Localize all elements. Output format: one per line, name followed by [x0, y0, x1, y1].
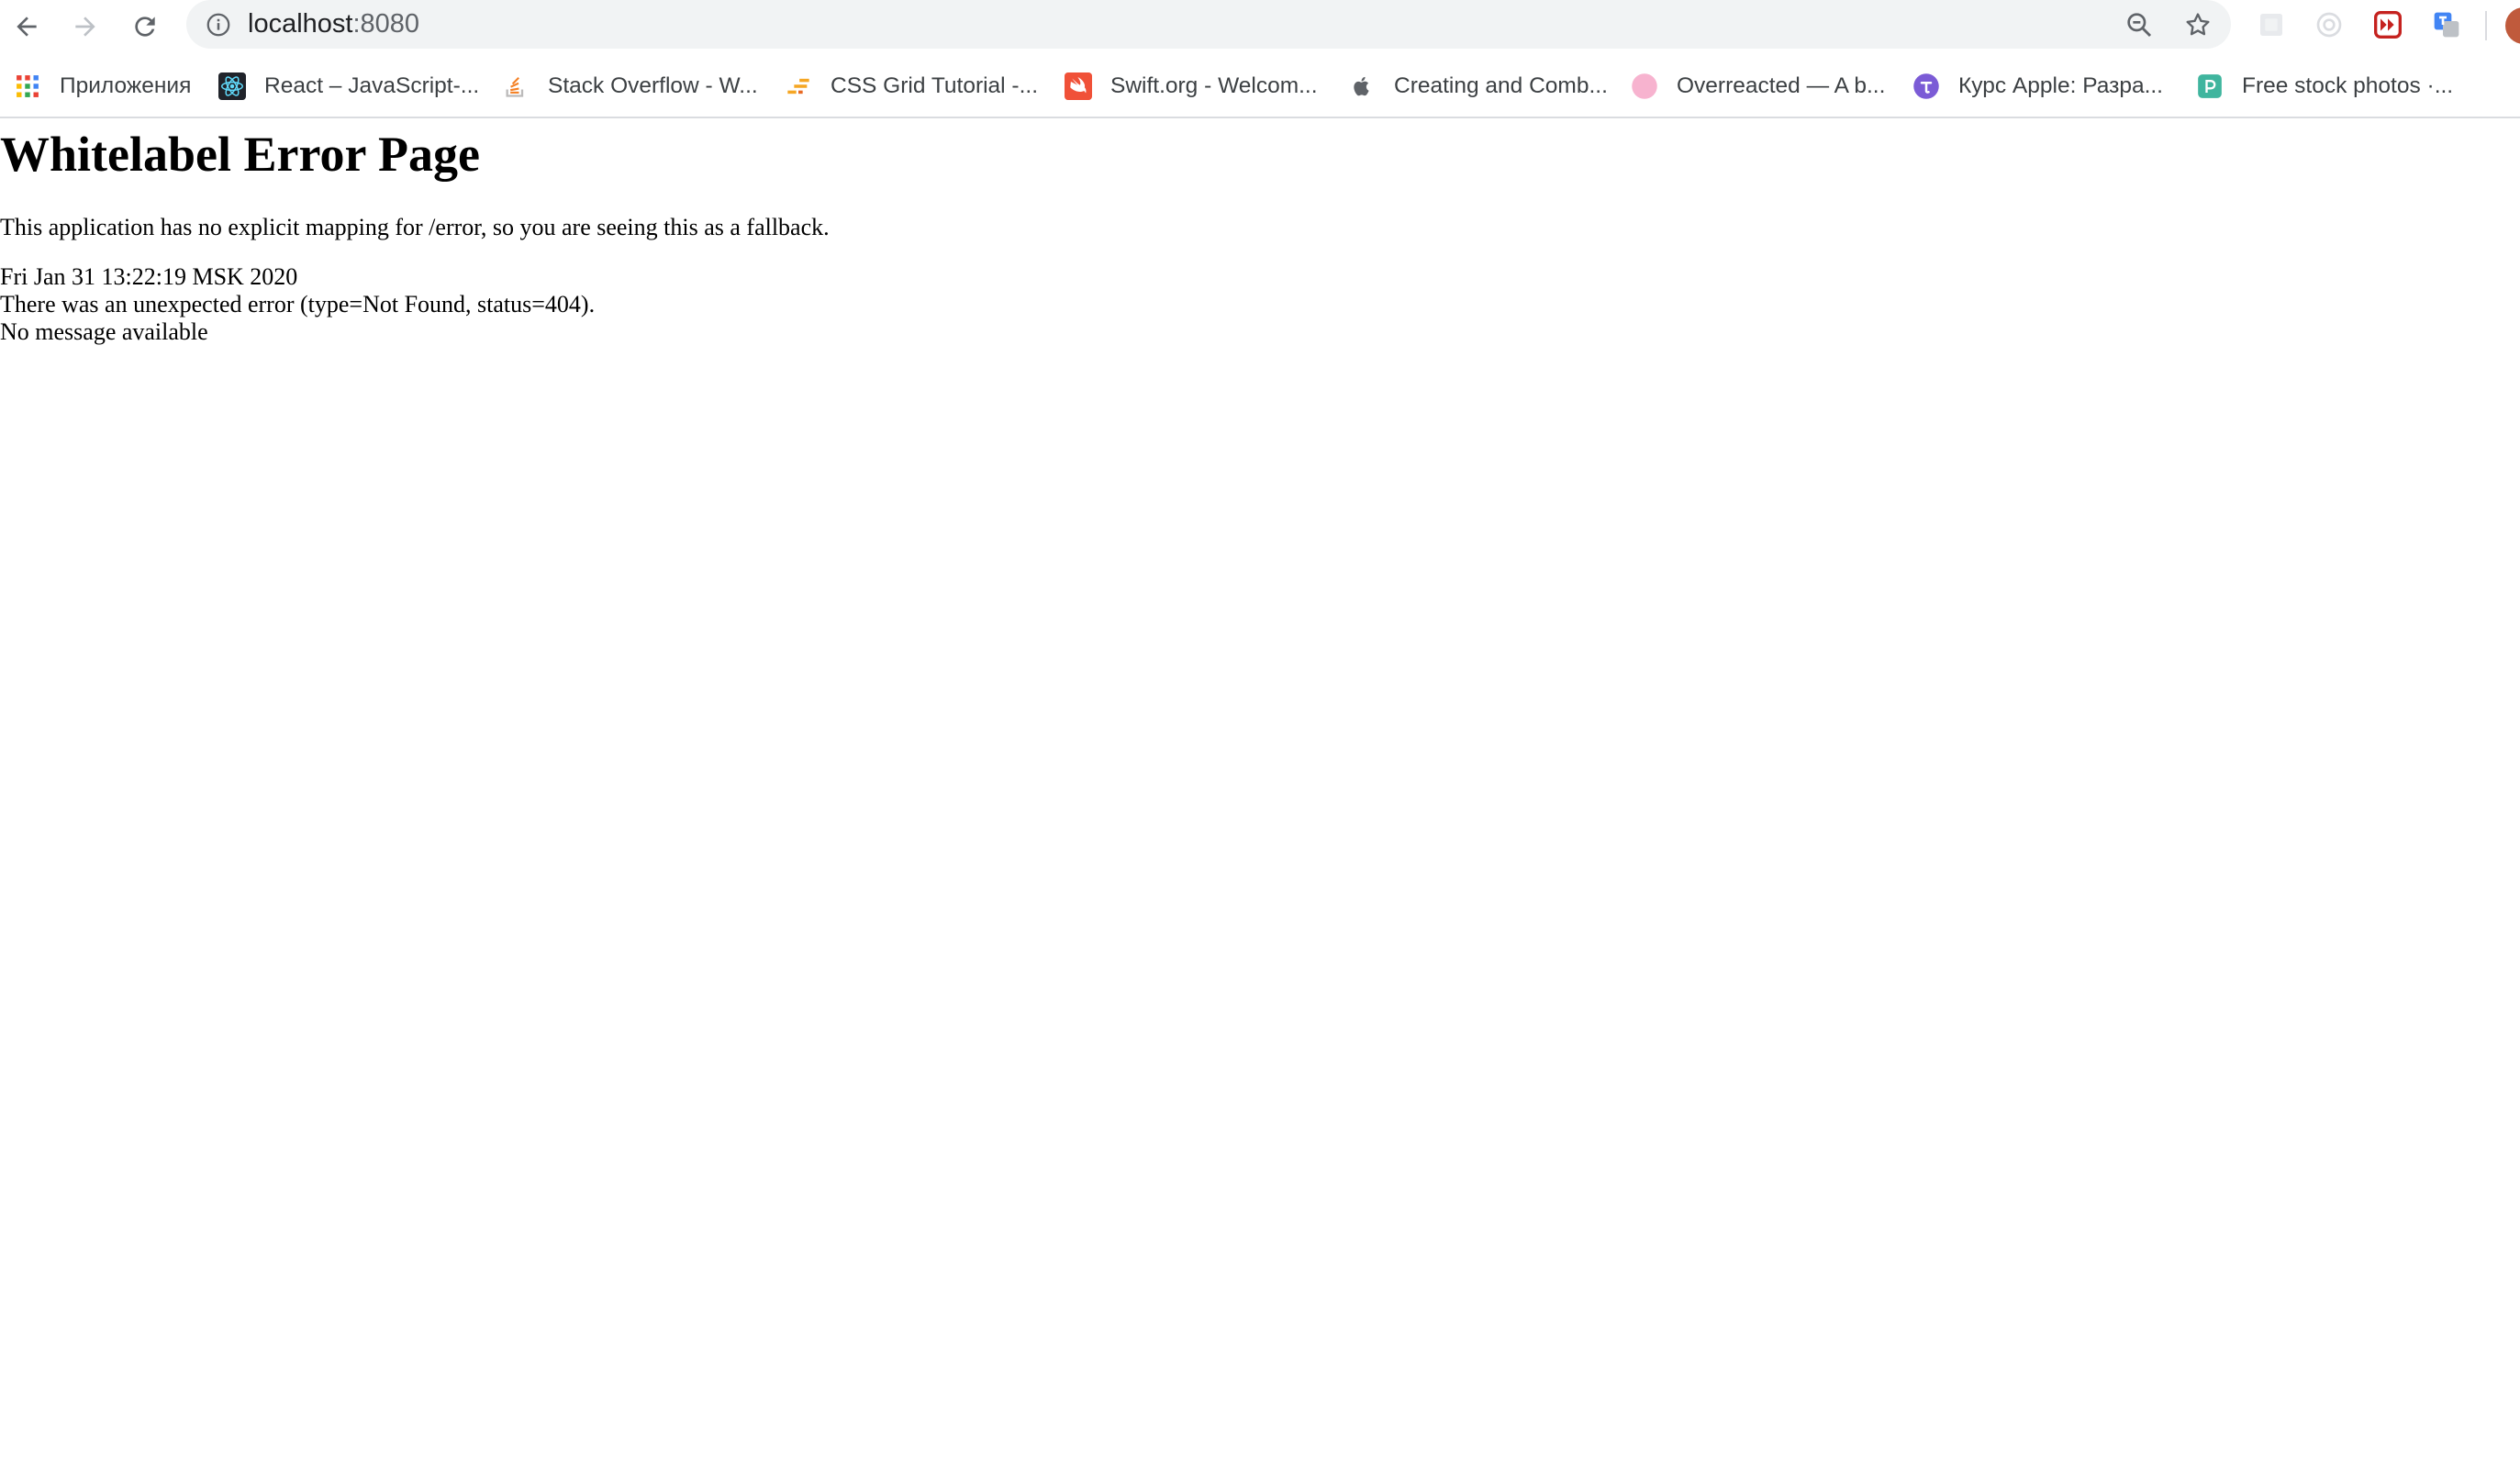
- bookmark-label: Free stock photos ·...: [2242, 73, 2454, 98]
- error-timestamp: Fri Jan 31 13:22:19 MSK 2020: [0, 263, 298, 290]
- bookmark-label: Swift.org - Welcom...: [1110, 73, 1318, 98]
- bookmark-label: Stack Overflow - W...: [548, 73, 758, 98]
- url-host: localhost: [248, 9, 353, 39]
- back-button[interactable]: [4, 4, 50, 50]
- star-icon: [2186, 13, 2210, 36]
- bookmark-label: Creating and Comb...: [1394, 73, 1608, 98]
- bookmark-css-grid[interactable]: CSS Grid Tutorial -...: [785, 64, 1038, 108]
- bookmark-pexels[interactable]: Free stock photos ·...: [2196, 64, 2453, 108]
- apps-grid-icon: [14, 72, 41, 100]
- camera-extension-icon: [2316, 12, 2342, 38]
- extension-button-2[interactable]: [2311, 6, 2347, 43]
- profile-avatar[interactable]: [2505, 7, 2520, 44]
- back-arrow-icon: [17, 17, 37, 37]
- css-grid-favicon-icon: [785, 72, 812, 100]
- bookmark-apple-creating[interactable]: Creating and Comb...: [1348, 64, 1608, 108]
- browser-toolbar: localhost:8080: [0, 0, 2520, 53]
- extension-button-1[interactable]: [2253, 6, 2290, 43]
- pexels-favicon-icon: [2196, 72, 2224, 100]
- bookmark-apple-course[interactable]: Курс Apple: Разра...: [1912, 64, 2163, 108]
- bookmark-label: Курс Apple: Разра...: [1958, 73, 2163, 98]
- react-logo-icon: [218, 72, 246, 100]
- extension-button-3[interactable]: [2369, 6, 2406, 43]
- bookmark-stackoverflow[interactable]: Stack Overflow - W...: [502, 64, 758, 108]
- site-info-icon[interactable]: [203, 9, 234, 40]
- overreacted-favicon-icon: [1631, 72, 1658, 100]
- bookmark-star-button[interactable]: [2179, 6, 2217, 44]
- forward-button[interactable]: [62, 4, 108, 50]
- fast-forward-extension-icon: [2374, 11, 2402, 39]
- bookmark-label: Приложения: [60, 73, 192, 98]
- page-title: Whitelabel Error Page: [0, 127, 480, 182]
- extension-icon: [2260, 14, 2282, 36]
- reload-button[interactable]: [122, 4, 168, 50]
- extension-button-4[interactable]: [2428, 6, 2465, 43]
- toolbar-separator: [2485, 11, 2487, 40]
- bookmark-overreacted[interactable]: Overreacted — A b...: [1631, 64, 1885, 108]
- url-port: :8080: [352, 9, 420, 39]
- swift-logo-icon: [1065, 72, 1092, 100]
- bookmark-apps[interactable]: Приложения: [14, 64, 191, 108]
- error-message: No message available: [0, 318, 208, 345]
- reload-icon: [135, 17, 155, 37]
- translate-extension-icon: [2434, 12, 2459, 38]
- stackoverflow-logo-icon: [502, 72, 530, 100]
- error-description: This application has no explicit mapping…: [0, 214, 830, 240]
- bookmark-label: Overreacted — A b...: [1677, 73, 1886, 98]
- bookmark-label: React – JavaScript-...: [264, 73, 480, 98]
- apple-logo-icon: [1348, 72, 1376, 100]
- zoom-button[interactable]: [2120, 6, 2158, 44]
- address-bar[interactable]: localhost:8080: [186, 0, 2231, 49]
- bookmarks-bar: Приложения React – JavaScript-... Stack …: [0, 64, 2520, 108]
- zoom-out-icon: [2127, 13, 2152, 38]
- bookmark-react[interactable]: React – JavaScript-...: [218, 64, 479, 108]
- browser-chrome: localhost:8080 Приложения React – JavaSc…: [0, 0, 2520, 118]
- forward-arrow-icon: [75, 17, 95, 37]
- error-type-status: There was an unexpected error (type=Not …: [0, 291, 596, 317]
- bookmark-label: CSS Grid Tutorial -...: [831, 73, 1039, 98]
- bookmark-swift[interactable]: Swift.org - Welcom...: [1065, 64, 1318, 108]
- url-text[interactable]: localhost:8080: [248, 0, 419, 49]
- course-favicon-icon: [1912, 72, 1940, 100]
